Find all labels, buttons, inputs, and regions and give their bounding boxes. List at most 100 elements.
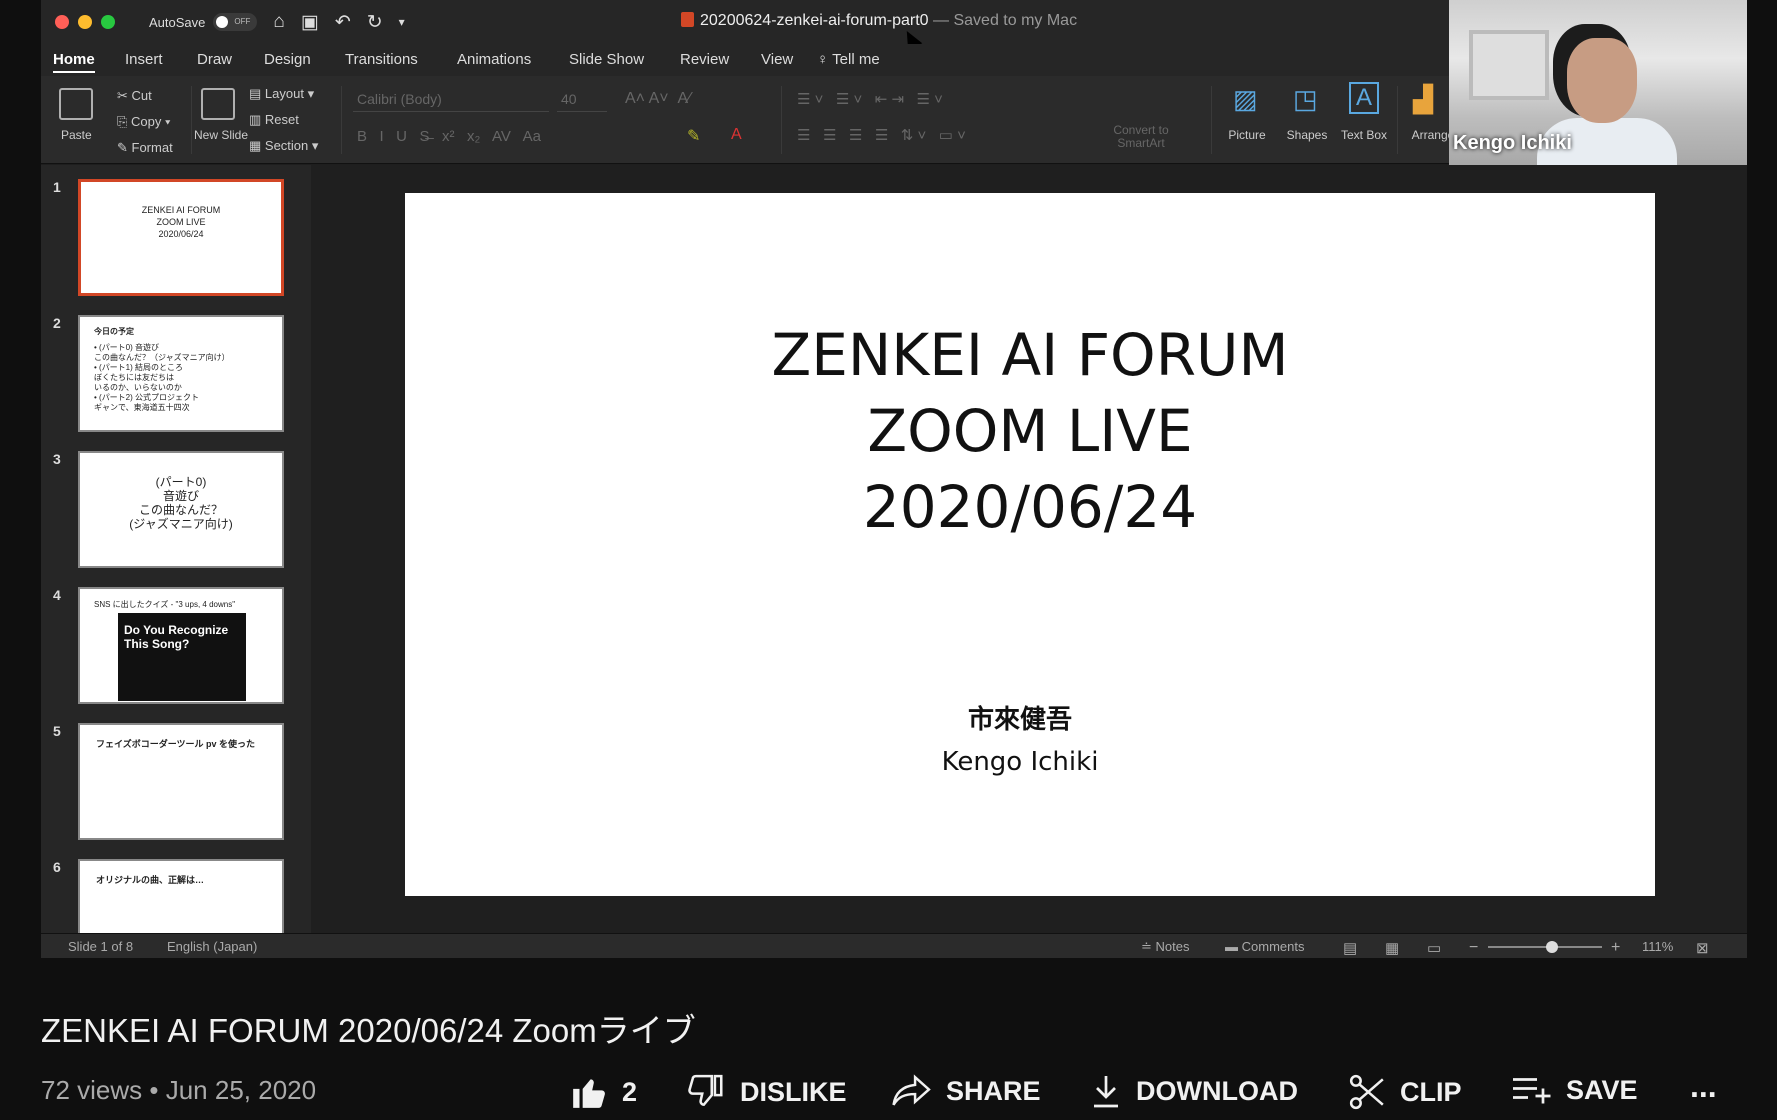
tell-me-search[interactable]: ♀ Tell me bbox=[817, 51, 880, 68]
autosave-toggle[interactable]: OFF bbox=[213, 13, 258, 31]
reset-button[interactable]: ▥ Reset bbox=[249, 112, 299, 128]
home-icon[interactable]: ⌂ bbox=[273, 11, 284, 33]
picture-icon[interactable]: ▨ bbox=[1233, 84, 1258, 115]
tab-insert[interactable]: Insert bbox=[125, 51, 163, 68]
font-style-buttons[interactable]: B I U S̶ x² x₂ AV Aa bbox=[357, 128, 541, 145]
thumbnail-text: (ジャズマニア向け) bbox=[129, 517, 233, 531]
thumbnail-text: • (パート2) 公式プロジェクト bbox=[94, 393, 200, 402]
slide-thumbnail-4[interactable]: SNS に出したクイズ - "3 ups, 4 downs" Do You Re… bbox=[78, 587, 284, 704]
shapes-icon[interactable]: ◳ bbox=[1293, 84, 1318, 115]
convert-smartart-button[interactable]: Convert to SmartArt bbox=[1093, 124, 1189, 150]
tab-draw[interactable]: Draw bbox=[197, 51, 232, 68]
zoom-in-icon[interactable]: + bbox=[1611, 939, 1620, 957]
divider bbox=[341, 86, 342, 154]
tab-transitions[interactable]: Transitions bbox=[345, 51, 418, 68]
customize-toolbar-icon[interactable]: ▾ bbox=[399, 15, 405, 29]
minimize-window-icon[interactable] bbox=[78, 15, 92, 29]
section-label: Section bbox=[264, 138, 309, 153]
playlist-add-icon bbox=[1513, 1078, 1551, 1104]
thumbs-up-icon bbox=[573, 1079, 605, 1108]
tab-home[interactable]: Home bbox=[53, 51, 95, 73]
video-player[interactable]: AutoSave OFF ⌂ ▣ ↶ ↻ ▾ 20200624-zenkei-a… bbox=[41, 0, 1747, 958]
save-icon[interactable]: ▣ bbox=[301, 11, 319, 34]
notes-button[interactable]: ≐ Notes bbox=[1141, 939, 1189, 955]
thumbnail-number: 6 bbox=[53, 859, 61, 875]
thumbnail-text: この曲なんだ？ bbox=[138, 503, 223, 517]
thumbnail-text: • (パート0) 音遊び bbox=[94, 343, 160, 352]
thumbnail-number: 1 bbox=[53, 179, 61, 195]
text-box-button[interactable]: Text Box bbox=[1339, 128, 1389, 142]
align-buttons[interactable]: ☰ ☰ ☰ ☰ ⇅ ˅ ▭ ˅ bbox=[797, 126, 966, 144]
zoom-window-icon[interactable] bbox=[101, 15, 115, 29]
new-slide-button[interactable]: New Slide bbox=[191, 128, 251, 142]
current-slide[interactable]: ZENKEI AI FORUM ZOOM LIVE 2020/06/24 市來健… bbox=[405, 193, 1655, 896]
copy-button[interactable]: ⎘ Copy ▾ bbox=[117, 114, 170, 130]
slide-thumbnail-pane[interactable]: 1 ZENKEI AI FORUM ZOOM LIVE 2020/06/24 2… bbox=[41, 165, 311, 933]
notes-label: Notes bbox=[1155, 939, 1190, 954]
presenter-view-icon[interactable]: ▭ bbox=[1427, 939, 1441, 957]
thumbnail-text: 2020/06/24 bbox=[158, 229, 204, 239]
highlight-color-icon[interactable]: ✎ bbox=[687, 126, 700, 146]
redo-icon[interactable]: ↻ bbox=[367, 11, 383, 34]
zoom-slider[interactable] bbox=[1488, 941, 1602, 953]
paste-button[interactable]: Paste bbox=[61, 128, 92, 142]
view-count: 72 views bbox=[41, 1075, 143, 1105]
clip-button[interactable]: CLIP bbox=[1348, 1073, 1462, 1111]
slide-sorter-icon[interactable]: ▦ bbox=[1385, 939, 1399, 957]
new-slide-icon[interactable] bbox=[201, 88, 235, 120]
paste-icon[interactable] bbox=[59, 88, 93, 120]
slide-thumbnail-5[interactable]: フェイズボコーダーツール pv を使った bbox=[78, 723, 284, 840]
picture-button[interactable]: Picture bbox=[1219, 128, 1275, 142]
text-box-icon[interactable]: A bbox=[1349, 82, 1380, 114]
tab-view[interactable]: View bbox=[761, 51, 793, 68]
section-icon: ▦ bbox=[249, 138, 265, 153]
comment-icon: ▬ bbox=[1225, 939, 1242, 954]
participant-video[interactable]: Kengo Ichiki bbox=[1449, 0, 1747, 168]
zoom-out-icon[interactable]: − bbox=[1469, 939, 1478, 957]
share-button[interactable]: SHARE bbox=[892, 1073, 1041, 1109]
zoom-slider-knob[interactable] bbox=[1546, 941, 1558, 953]
thumbnail-text: 音遊び bbox=[162, 489, 199, 503]
format-painter-button[interactable]: ✎ Format bbox=[117, 140, 173, 156]
tab-slide-show[interactable]: Slide Show bbox=[569, 51, 644, 68]
slide-thumbnail-1[interactable]: ZENKEI AI FORUM ZOOM LIVE 2020/06/24 bbox=[78, 179, 284, 296]
dislike-button[interactable]: DISLIKE bbox=[688, 1073, 847, 1111]
undo-icon[interactable]: ↶ bbox=[335, 11, 351, 34]
like-button[interactable]: 2 bbox=[570, 1073, 637, 1111]
arrange-icon[interactable]: ▟ bbox=[1413, 84, 1433, 115]
shapes-button[interactable]: Shapes bbox=[1279, 128, 1335, 142]
tab-design[interactable]: Design bbox=[264, 51, 311, 68]
autosave-state: OFF bbox=[234, 17, 251, 26]
thumbnail-text: ZENKEI AI FORUM bbox=[141, 205, 221, 215]
brush-icon: ✎ bbox=[117, 140, 132, 155]
save-button[interactable]: SAVE bbox=[1510, 1073, 1638, 1107]
font-name-dropdown[interactable]: Calibri (Body) bbox=[353, 88, 549, 112]
participant-name: Kengo Ichiki bbox=[1453, 132, 1572, 154]
section-button[interactable]: ▦ Section ▾ bbox=[249, 138, 318, 154]
more-actions-button[interactable]: ... bbox=[1690, 1068, 1717, 1105]
thumbnail-text: いるのか、いらないのか bbox=[94, 383, 182, 392]
tab-animations[interactable]: Animations bbox=[457, 51, 531, 68]
font-color-icon[interactable]: A bbox=[731, 126, 742, 144]
divider bbox=[781, 86, 782, 154]
normal-view-icon[interactable]: ▤ bbox=[1343, 939, 1357, 957]
slide-thumbnail-6[interactable]: オリジナルの曲、正解は… bbox=[78, 859, 284, 933]
slide-thumbnail-3[interactable]: (パート0) 音遊び この曲なんだ？ (ジャズマニア向け) bbox=[78, 451, 284, 568]
tab-review[interactable]: Review bbox=[680, 51, 729, 68]
thumbnail-text: この曲なんだ？（ジャズマニア向け） bbox=[94, 353, 230, 362]
list-buttons[interactable]: ☰ ˅ ☰ ˅ ⇤ ⇥ ☰ ˅ bbox=[797, 90, 943, 108]
comments-button[interactable]: ▬ Comments bbox=[1225, 939, 1304, 954]
cut-button[interactable]: ✂ Cut bbox=[117, 88, 152, 104]
thumbnail-text: ZOOM LIVE bbox=[156, 217, 206, 227]
autosave-label: AutoSave bbox=[149, 14, 206, 30]
close-window-icon[interactable] bbox=[55, 15, 69, 29]
font-grow-shrink-icon[interactable]: A˄ A˅ A⁄ bbox=[625, 90, 691, 108]
slide-thumbnail-2[interactable]: 今日の予定 • (パート0) 音遊び この曲なんだ？（ジャズマニア向け） • (… bbox=[78, 315, 284, 432]
download-button[interactable]: DOWNLOAD bbox=[1090, 1073, 1298, 1109]
font-size-dropdown[interactable]: 40 bbox=[557, 88, 607, 112]
thumbnail-heading: オリジナルの曲、正解は… bbox=[96, 875, 205, 885]
fit-slide-icon[interactable]: ⊠ bbox=[1696, 939, 1709, 957]
layout-button[interactable]: ▤ Layout ▾ bbox=[249, 86, 314, 102]
thumbnail-number: 2 bbox=[53, 315, 61, 331]
language-indicator[interactable]: English (Japan) bbox=[167, 939, 257, 954]
